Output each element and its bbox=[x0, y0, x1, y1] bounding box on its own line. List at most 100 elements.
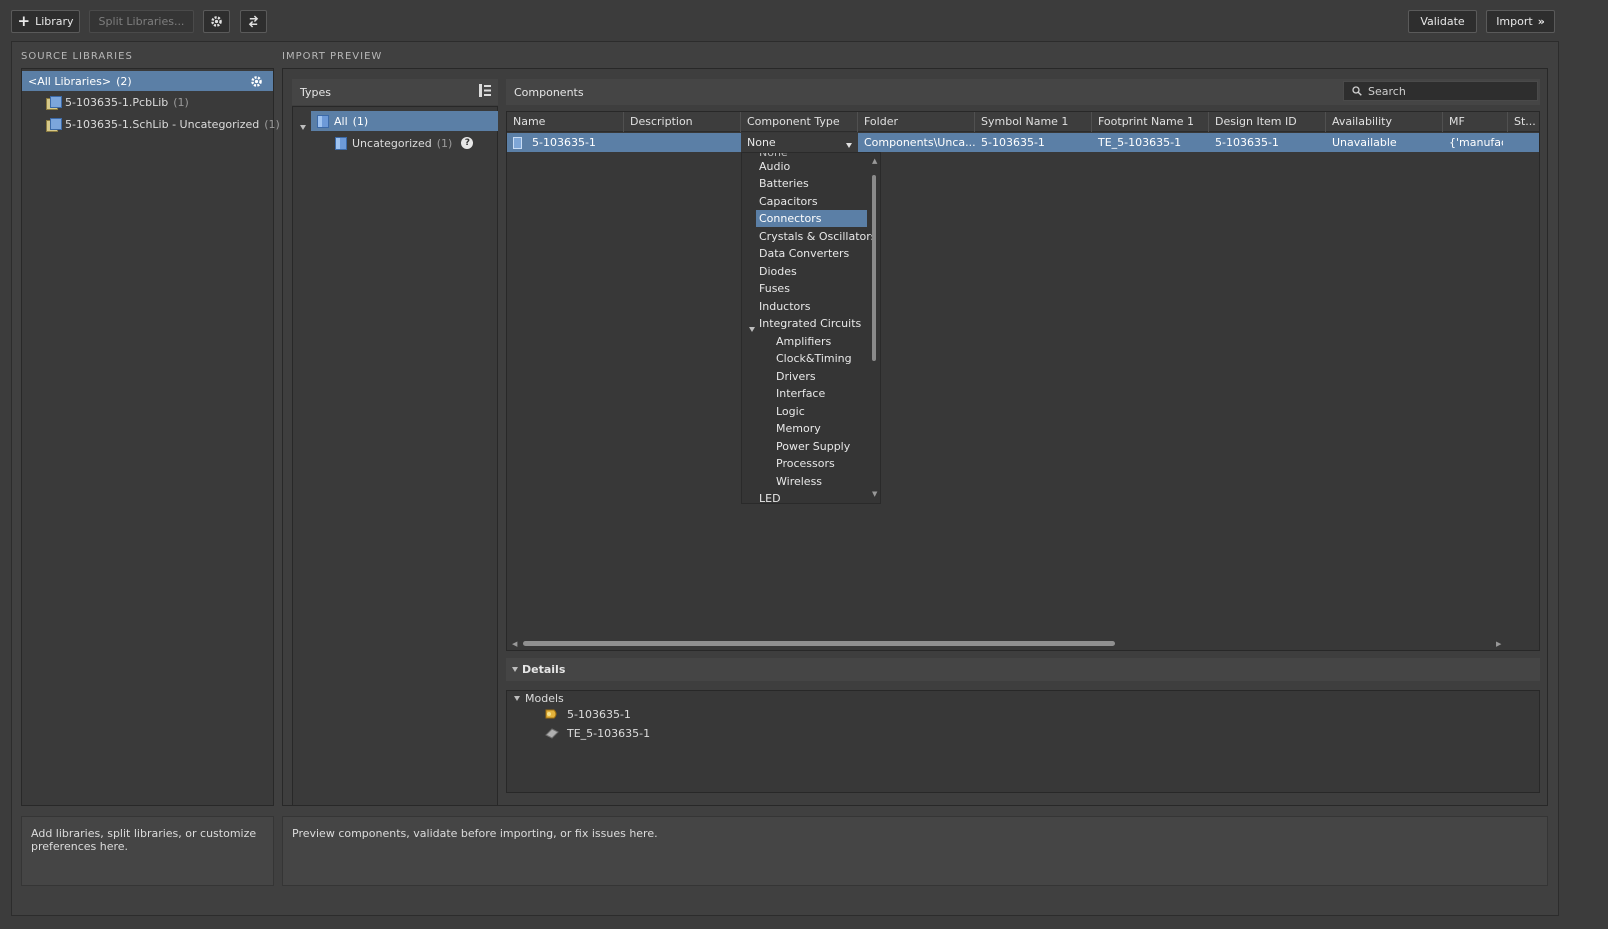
dropdown-item[interactable]: Wireless bbox=[773, 473, 822, 490]
dropdown-item[interactable]: LED bbox=[756, 490, 781, 503]
gear-icon[interactable] bbox=[250, 75, 263, 88]
split-libraries-button[interactable]: Split Libraries... bbox=[89, 10, 194, 33]
cell-availability: Unavailable bbox=[1332, 136, 1397, 149]
refresh-button[interactable] bbox=[240, 10, 267, 33]
table-row[interactable]: 5-103635-1 None Components\Unca... 5-103… bbox=[507, 133, 1539, 152]
scroll-left-arrow-icon[interactable]: ◀ bbox=[512, 640, 517, 648]
component-type-dropdown: None Audio Batteries Capacitors Connecto… bbox=[741, 152, 881, 504]
details-header[interactable]: Details bbox=[506, 658, 1540, 681]
model-item-symbol[interactable]: 5-103635-1 bbox=[545, 704, 631, 724]
type-item-uncategorized[interactable]: Uncategorized (1) ? bbox=[335, 133, 474, 153]
model-item-footprint[interactable]: TE_5-103635-1 bbox=[545, 723, 650, 743]
dropdown-item[interactable]: Power Supply bbox=[773, 438, 850, 455]
column-header[interactable]: Design Item ID bbox=[1209, 112, 1326, 132]
types-header: Types bbox=[292, 79, 498, 105]
scroll-right-arrow-icon[interactable]: ▶ bbox=[1496, 640, 1501, 648]
expand-triangle-icon[interactable] bbox=[749, 322, 755, 335]
components-grid bbox=[506, 111, 1540, 651]
dropdown-item[interactable]: Memory bbox=[773, 420, 821, 437]
components-label: Components bbox=[514, 85, 584, 99]
cell-symbol: 5-103635-1 bbox=[981, 136, 1045, 149]
library-item-count: (1) bbox=[173, 95, 189, 109]
footprint-model-icon bbox=[545, 728, 559, 739]
scroll-up-arrow-icon[interactable]: ▲ bbox=[872, 157, 877, 165]
column-header[interactable]: Symbol Name 1 bbox=[975, 112, 1092, 132]
schlib-icon bbox=[46, 118, 62, 132]
type-icon bbox=[335, 136, 347, 150]
add-library-label: Library bbox=[35, 15, 74, 28]
type-item-label: All bbox=[334, 114, 348, 128]
scroll-down-arrow-icon[interactable]: ▼ bbox=[872, 490, 877, 498]
search-input[interactable]: Search bbox=[1343, 81, 1538, 101]
model-item-label: 5-103635-1 bbox=[567, 707, 631, 721]
dropdown-item[interactable]: Crystals & Oscillators bbox=[756, 228, 877, 245]
column-header[interactable]: Folder bbox=[858, 112, 975, 132]
tree-toggle-icon[interactable] bbox=[479, 84, 491, 97]
import-button[interactable]: Import » bbox=[1486, 10, 1555, 33]
all-libraries-count: (2) bbox=[116, 74, 132, 88]
component-type-value: None bbox=[747, 136, 776, 149]
dropdown-item-selected[interactable]: Connectors bbox=[756, 210, 867, 227]
component-icon bbox=[513, 136, 522, 149]
details-panel bbox=[506, 690, 1540, 793]
preview-hint-text: Preview components, validate before impo… bbox=[292, 827, 658, 840]
source-libraries-title: SOURCE LIBRARIES bbox=[21, 51, 133, 62]
dropdown-item[interactable]: Capacitors bbox=[756, 193, 818, 210]
all-libraries-label: <All Libraries> bbox=[28, 74, 112, 88]
dropdown-item[interactable]: Processors bbox=[773, 455, 835, 472]
dropdown-item[interactable]: Drivers bbox=[773, 368, 816, 385]
type-item-all[interactable]: All (1) bbox=[311, 111, 498, 131]
pcblib-icon bbox=[46, 96, 62, 110]
column-header[interactable]: MF bbox=[1443, 112, 1508, 132]
help-icon[interactable]: ? bbox=[461, 137, 474, 149]
dropdown-item[interactable]: Batteries bbox=[756, 175, 809, 192]
dropdown-scrollbar[interactable] bbox=[872, 175, 876, 361]
column-header[interactable]: Description bbox=[624, 112, 741, 132]
horizontal-scrollbar[interactable] bbox=[523, 641, 1115, 646]
library-item-pcblib[interactable]: 5-103635-1.PcbLib (1) bbox=[46, 92, 189, 112]
all-libraries-item[interactable]: <All Libraries> (2) bbox=[22, 71, 273, 91]
type-item-label: Uncategorized bbox=[352, 136, 432, 150]
library-item-label: 5-103635-1.PcbLib bbox=[65, 95, 169, 109]
symbol-model-icon bbox=[545, 709, 557, 719]
library-item-schlib[interactable]: 5-103635-1.SchLib - Uncategorized (1) bbox=[46, 114, 280, 134]
column-header[interactable]: Name bbox=[507, 112, 624, 132]
cell-mf: {'manufactu bbox=[1449, 136, 1503, 149]
details-label: Details bbox=[522, 663, 566, 676]
cell-folder: Components\Unca... bbox=[864, 136, 975, 149]
import-preview-title: IMPORT PREVIEW bbox=[282, 51, 383, 62]
dropdown-item[interactable]: Data Converters bbox=[756, 245, 849, 262]
search-icon bbox=[1352, 86, 1362, 96]
cell-footprint: TE_5-103635-1 bbox=[1098, 136, 1182, 149]
search-placeholder: Search bbox=[1368, 84, 1406, 98]
type-item-count: (1) bbox=[436, 136, 453, 150]
dropdown-item[interactable]: Interface bbox=[773, 385, 825, 402]
library-item-count: (1) bbox=[264, 117, 280, 131]
cell-name: 5-103635-1 bbox=[507, 133, 741, 152]
dropdown-item[interactable]: Fuses bbox=[756, 280, 790, 297]
types-label: Types bbox=[300, 85, 331, 99]
dropdown-item[interactable]: Integrated Circuits bbox=[756, 315, 861, 332]
grid-header-row: Name Description Component Type Folder S… bbox=[507, 112, 1539, 132]
settings-button[interactable] bbox=[203, 10, 230, 33]
dropdown-item[interactable]: Clock&Timing bbox=[773, 350, 852, 367]
validate-label: Validate bbox=[1420, 15, 1465, 28]
plus-icon: + bbox=[17, 12, 31, 30]
types-tree-panel bbox=[292, 106, 498, 806]
dropdown-item[interactable]: Logic bbox=[773, 403, 805, 420]
column-header[interactable]: Component Type bbox=[741, 112, 858, 132]
dropdown-item[interactable]: Inductors bbox=[756, 298, 811, 315]
dropdown-item[interactable]: Diodes bbox=[756, 263, 797, 280]
collapse-triangle-icon bbox=[514, 695, 520, 701]
column-header[interactable]: Footprint Name 1 bbox=[1092, 112, 1209, 132]
dropdown-item[interactable]: Audio bbox=[756, 158, 790, 175]
type-item-count: (1) bbox=[352, 114, 369, 128]
validate-button[interactable]: Validate bbox=[1408, 10, 1477, 33]
column-header[interactable]: Availability bbox=[1326, 112, 1443, 132]
dropdown-item[interactable]: Amplifiers bbox=[773, 333, 831, 350]
component-type-select[interactable]: None bbox=[741, 133, 858, 152]
column-header[interactable]: St... bbox=[1508, 112, 1539, 132]
library-item-label: 5-103635-1.SchLib - Uncategorized bbox=[65, 117, 260, 131]
add-library-button[interactable]: + Library bbox=[11, 10, 80, 33]
collapse-triangle-icon[interactable] bbox=[300, 120, 306, 133]
